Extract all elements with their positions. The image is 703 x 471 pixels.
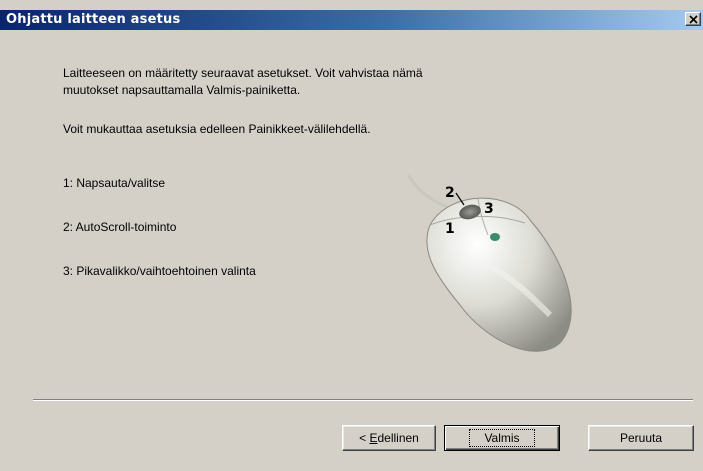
intro-line-1: Laitteeseen on määritetty seuraavat aset… <box>63 66 423 80</box>
intro-text: Laitteeseen on määritetty seuraavat aset… <box>63 65 423 99</box>
mouse-illustration: 2 3 1 <box>406 174 572 352</box>
mouse-label-3: 3 <box>484 201 494 217</box>
back-label: dellinen <box>377 431 419 445</box>
mouse-label-1: 1 <box>445 221 455 237</box>
intro-line-2: muutokset napsauttamalla Valmis-painiket… <box>63 83 301 97</box>
cancel-label: Peruuta <box>619 431 663 445</box>
customize-hint: Voit mukauttaa asetuksia edelleen Painik… <box>63 122 371 136</box>
button-assignment-3: 3: Pikavalikko/vaihtoehtoinen valinta <box>63 264 256 278</box>
button-assignment-2: 2: AutoScroll-toiminto <box>63 220 177 234</box>
close-icon <box>689 15 698 24</box>
finish-button[interactable]: Valmis <box>444 425 560 451</box>
mouse-label-2: 2 <box>445 185 455 201</box>
window-title: Ohjattu laitteen asetus <box>6 12 181 27</box>
close-button[interactable] <box>685 12 701 26</box>
cancel-button[interactable]: Peruuta <box>588 425 694 451</box>
back-button[interactable]: < Edellinen <box>342 425 436 451</box>
title-bar[interactable]: Ohjattu laitteen asetus <box>0 10 703 30</box>
footer-divider <box>33 399 693 401</box>
finish-label: Valmis <box>469 429 535 447</box>
wizard-dialog: Ohjattu laitteen asetus Laitteeseen on m… <box>0 0 703 471</box>
button-assignment-1: 1: Napsauta/valitse <box>63 176 166 190</box>
back-accelerator: E <box>369 431 378 445</box>
back-prefix: < <box>359 431 370 445</box>
